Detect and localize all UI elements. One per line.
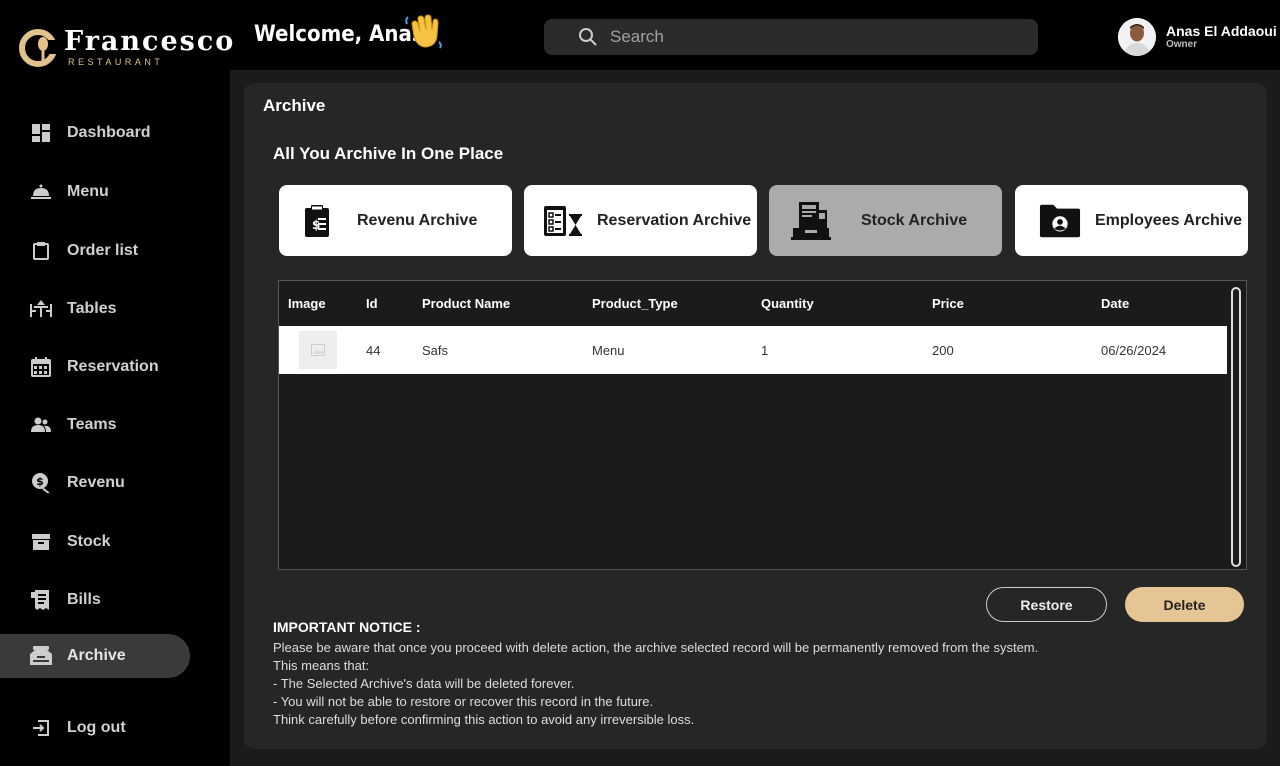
user-profile[interactable]: Anas El Addaoui Owner <box>1118 18 1277 56</box>
clipboard-icon <box>30 240 52 262</box>
tab-label: Revenu Archive <box>357 211 478 229</box>
box-icon <box>30 531 52 553</box>
brand-subtitle: RESTAURANT <box>68 56 164 67</box>
sidebar-item-label: Reservation <box>67 358 159 375</box>
sidebar-item-reservation[interactable]: Reservation <box>0 345 190 389</box>
sidebar-item-label: Order list <box>67 242 139 259</box>
notice-line: - The Selected Archive's data will be de… <box>273 676 575 691</box>
cell-date: 06/26/2024 <box>1101 343 1167 358</box>
revenue-icon: $ <box>30 472 52 494</box>
revenue-document-icon: $ <box>296 200 338 242</box>
tab-employees-archive[interactable]: Employees Archive <box>1015 185 1248 256</box>
brand-name: Francesco <box>64 25 236 57</box>
table-header: Image Id Product Name Product_Type Quant… <box>279 281 1227 325</box>
sidebar-item-label: Teams <box>67 416 117 433</box>
receipt-icon <box>30 589 52 611</box>
sidebar-item-teams[interactable]: Teams <box>0 403 190 447</box>
tab-stock-archive[interactable]: Stock Archive <box>769 185 1002 256</box>
sidebar-item-bills[interactable]: Bills <box>0 578 190 622</box>
delete-button[interactable]: Delete <box>1125 587 1244 622</box>
sidebar-item-archive[interactable]: Archive <box>0 634 190 678</box>
product-image <box>299 331 337 369</box>
user-role: Owner <box>1166 39 1198 50</box>
notice-line: Think carefully before confirming this a… <box>273 712 695 727</box>
calendar-icon <box>30 356 52 378</box>
column-header-id[interactable]: Id <box>366 296 378 311</box>
page-title: Archive <box>263 96 326 115</box>
tab-revenu-archive[interactable]: $ Revenu Archive <box>279 185 512 256</box>
sidebar-item-stock[interactable]: Stock <box>0 520 190 564</box>
sidebar: Dashboard Menu Order list Tables Reserva… <box>0 70 230 766</box>
notice-line: This means that: <box>273 658 370 673</box>
welcome-message: Welcome, Anas <box>254 22 424 47</box>
sidebar-item-order-list[interactable]: Order list <box>0 229 190 273</box>
column-header-date[interactable]: Date <box>1101 296 1129 311</box>
important-notice: IMPORTANT NOTICE : Please be aware that … <box>273 619 1173 729</box>
sidebar-item-label: Stock <box>67 533 111 550</box>
table-row[interactable]: 44 Safs Menu 1 200 06/26/2024 <box>279 326 1227 374</box>
logo-mark-icon <box>18 26 60 68</box>
user-name: Anas El Addaoui <box>1166 23 1277 39</box>
brand-logo[interactable]: Francesco RESTAURANT <box>18 26 235 68</box>
tab-label: Employees Archive <box>1095 211 1243 229</box>
column-header-price[interactable]: Price <box>932 296 964 311</box>
archive-icon <box>30 645 52 667</box>
sidebar-item-revenu[interactable]: $ Revenu <box>0 461 190 505</box>
sidebar-item-label: Menu <box>67 183 109 200</box>
cell-product-type: Menu <box>592 343 625 358</box>
restore-button[interactable]: Restore <box>986 587 1107 622</box>
table-scrollbar[interactable] <box>1231 287 1241 567</box>
page-subtitle: All You Archive In One Place <box>273 144 504 163</box>
logout-button[interactable]: Log out <box>0 706 190 750</box>
tab-label: Reservation Archive <box>597 211 752 229</box>
column-header-image[interactable]: Image <box>288 296 326 311</box>
sidebar-item-label: Bills <box>67 591 101 608</box>
cell-id: 44 <box>366 343 381 358</box>
table-icon <box>30 298 52 320</box>
stock-register-icon <box>790 200 832 242</box>
cloche-icon <box>30 181 52 203</box>
search-input[interactable] <box>610 19 1010 55</box>
column-header-product-name[interactable]: Product Name <box>422 296 510 311</box>
sidebar-item-dashboard[interactable]: Dashboard <box>0 111 190 155</box>
sidebar-item-tables[interactable]: Tables <box>0 287 190 331</box>
notice-title: IMPORTANT NOTICE : <box>273 619 421 635</box>
avatar[interactable] <box>1118 18 1156 56</box>
notice-line: Please be aware that once you proceed wi… <box>273 640 1039 655</box>
sidebar-item-label: Dashboard <box>67 124 151 141</box>
dashboard-icon <box>30 122 52 144</box>
reservation-checklist-icon <box>542 200 584 242</box>
logout-label: Log out <box>67 719 126 736</box>
tab-reservation-archive[interactable]: Reservation Archive <box>524 185 757 256</box>
team-icon <box>30 414 52 436</box>
archive-table: Image Id Product Name Product_Type Quant… <box>278 280 1247 570</box>
top-bar: Francesco RESTAURANT Welcome, Anas Searc… <box>0 0 1280 70</box>
search-bar[interactable] <box>544 19 1038 55</box>
tab-label: Stock Archive <box>861 211 968 229</box>
search-icon[interactable] <box>578 27 598 47</box>
sidebar-item-label: Revenu <box>67 474 125 491</box>
cell-quantity: 1 <box>761 343 769 358</box>
notice-line: - You will not be able to restore or rec… <box>273 694 654 709</box>
cell-product-name: Safs <box>422 343 449 358</box>
column-header-product-type[interactable]: Product_Type <box>592 296 678 311</box>
image-placeholder-icon <box>311 344 325 356</box>
sidebar-item-label: Archive <box>67 647 126 664</box>
sidebar-item-menu[interactable]: Menu <box>0 170 190 214</box>
column-header-quantity[interactable]: Quantity <box>761 296 814 311</box>
svg-text:$: $ <box>36 475 44 488</box>
employee-folder-icon <box>1039 200 1081 242</box>
waving-hand-icon <box>404 14 444 50</box>
logout-icon <box>30 717 52 739</box>
cell-price: 200 <box>932 343 954 358</box>
sidebar-item-label: Tables <box>67 300 117 317</box>
